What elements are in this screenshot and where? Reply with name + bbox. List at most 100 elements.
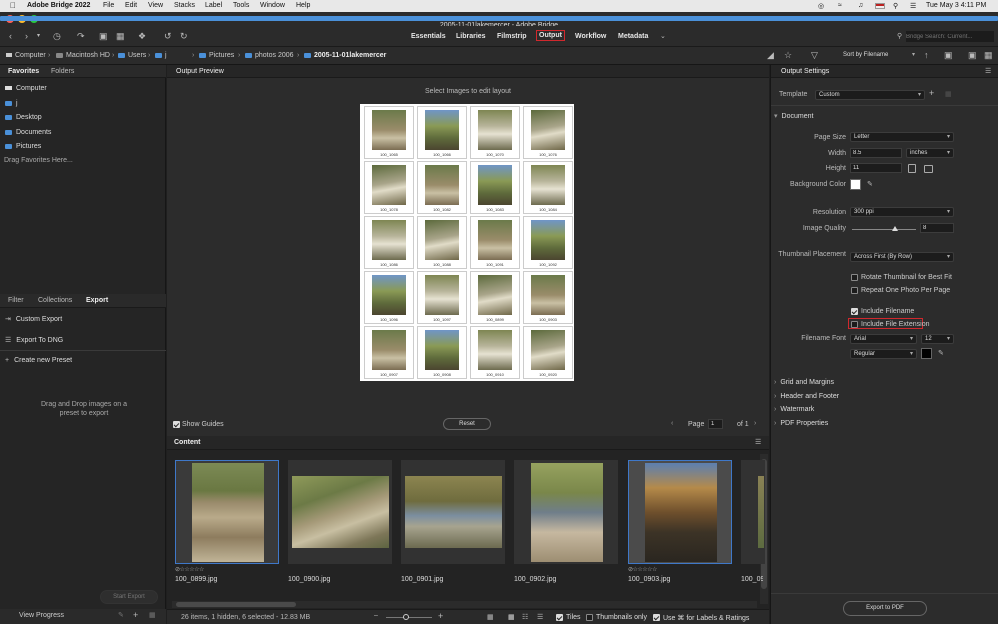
- contact-sheet-cell[interactable]: 100_1070: [470, 106, 520, 159]
- filter-icon[interactable]: ▽: [811, 51, 818, 60]
- contact-sheet-cell[interactable]: 100_1096: [364, 271, 414, 324]
- contact-sheet-cell[interactable]: 100_0908: [417, 326, 467, 379]
- rotate-right-icon[interactable]: ↻: [180, 32, 188, 41]
- favorite-documents[interactable]: Documents: [5, 129, 51, 136]
- previous-page-icon[interactable]: ‹: [671, 420, 673, 427]
- show-guides-checkbox[interactable]: [173, 421, 180, 428]
- template-dropdown[interactable]: Custom ▾: [815, 90, 925, 100]
- next-page-icon[interactable]: ›: [754, 420, 756, 427]
- use-cmd-checkbox[interactable]: [653, 614, 660, 621]
- breadcrumb-computer[interactable]: Computer: [6, 52, 46, 59]
- workspace-filmstrip[interactable]: Filmstrip: [497, 33, 527, 40]
- include-file-extension-checkbox[interactable]: [851, 321, 858, 328]
- thumbnails-only-checkbox[interactable]: [586, 614, 593, 621]
- quality-icon[interactable]: ◢: [767, 51, 774, 60]
- tab-export[interactable]: Export: [86, 297, 108, 304]
- contact-sheet-cell[interactable]: 100_0910: [470, 326, 520, 379]
- flag-icon[interactable]: [875, 3, 885, 9]
- export-item-dng[interactable]: ☰ Export To DNG: [5, 336, 63, 344]
- filename-font-dropdown[interactable]: Arial ▾: [850, 334, 917, 344]
- pdf-properties-section-toggle[interactable]: › PDF Properties: [774, 420, 828, 427]
- font-style-dropdown[interactable]: Regular ▾: [850, 349, 917, 359]
- workspace-output[interactable]: Output: [536, 30, 565, 41]
- contact-sheet-cell[interactable]: 100_0899: [470, 271, 520, 324]
- tab-content[interactable]: Content: [174, 439, 200, 446]
- thumbnail-placement-dropdown[interactable]: Across First (By Row) ▾: [850, 252, 954, 262]
- breadcrumb-macintosh-hd[interactable]: Macintosh HD: [56, 52, 110, 59]
- document-section-toggle[interactable]: ▾ Document: [774, 112, 813, 120]
- watermark-section-toggle[interactable]: › Watermark: [774, 406, 814, 413]
- image-quality-slider[interactable]: [852, 229, 916, 230]
- play-icon[interactable]: ◎: [818, 2, 824, 10]
- tiles-checkbox[interactable]: [556, 614, 563, 621]
- export-to-pdf-button[interactable]: Export to PDF: [843, 601, 927, 616]
- tab-folders[interactable]: Folders: [51, 68, 74, 75]
- open-recent-icon[interactable]: ▣: [944, 51, 953, 60]
- repeat-photo-checkbox[interactable]: [851, 287, 858, 294]
- contact-sheet-cell[interactable]: 100_1066: [417, 106, 467, 159]
- plus-icon[interactable]: +: [133, 610, 138, 620]
- grid-and-margins-section-toggle[interactable]: › Grid and Margins: [774, 379, 834, 386]
- menu-stacks[interactable]: Stacks: [174, 2, 195, 9]
- contact-sheet-cell[interactable]: 100_1083: [470, 161, 520, 214]
- workspace-metadata[interactable]: Metadata: [618, 33, 648, 40]
- menu-edit[interactable]: Edit: [125, 2, 137, 9]
- menu-label[interactable]: Label: [205, 2, 222, 9]
- width-input[interactable]: [850, 148, 902, 158]
- workspace-workflow[interactable]: Workflow: [575, 33, 606, 40]
- bridge-search-input[interactable]: [906, 31, 994, 42]
- breadcrumb-j[interactable]: j: [155, 52, 167, 59]
- tab-collections[interactable]: Collections: [38, 297, 72, 304]
- thumbnail-100_0899[interactable]: [175, 460, 279, 564]
- thumbnail-100_0901[interactable]: [401, 460, 505, 564]
- menu-tools[interactable]: Tools: [233, 2, 249, 9]
- list-view-icon[interactable]: ☰: [537, 613, 543, 621]
- contact-sheet-cell[interactable]: 100_0903: [523, 271, 573, 324]
- breadcrumb-pictures[interactable]: Pictures: [199, 52, 234, 59]
- thumbnail-100_0902[interactable]: [514, 460, 618, 564]
- contact-sheet-cell[interactable]: 100_1097: [417, 271, 467, 324]
- resolution-dropdown[interactable]: 300 ppi ▾: [850, 207, 954, 217]
- contact-sheet-cell[interactable]: 100_1088: [417, 216, 467, 269]
- zoom-in-icon[interactable]: +: [438, 611, 443, 621]
- tab-output-settings[interactable]: Output Settings: [781, 68, 829, 75]
- slider-handle[interactable]: [891, 226, 898, 231]
- contact-sheet-cell[interactable]: 100_1084: [523, 161, 573, 214]
- details-view-icon[interactable]: ☷: [522, 613, 528, 621]
- tab-favorites[interactable]: Favorites: [8, 68, 39, 75]
- start-export-button[interactable]: Start Export: [100, 590, 158, 604]
- include-filename-checkbox[interactable]: [851, 308, 858, 315]
- favorite-computer[interactable]: Computer: [5, 85, 47, 92]
- zoom-out-icon[interactable]: –: [374, 612, 378, 619]
- breadcrumb-photos-2006[interactable]: photos 2006: [245, 52, 294, 59]
- page-size-dropdown[interactable]: Letter ▾: [850, 132, 954, 142]
- sort-ascending-icon[interactable]: ↑: [924, 51, 929, 60]
- thumbnail-size-slider[interactable]: [386, 617, 432, 618]
- image-quality-input[interactable]: [920, 223, 954, 233]
- contact-sheet-cell[interactable]: 100_1082: [417, 161, 467, 214]
- sort-dropdown[interactable]: Sort by Filename ▾: [840, 51, 918, 61]
- boomerang-icon[interactable]: ↷: [77, 32, 85, 41]
- add-template-icon[interactable]: +: [929, 88, 934, 98]
- thumbnail-partial[interactable]: [741, 460, 765, 564]
- contact-sheet-cell[interactable]: 100_1078: [364, 161, 414, 214]
- contact-sheet-cell[interactable]: 100_1092: [523, 216, 573, 269]
- tab-output-preview[interactable]: Output Preview: [176, 68, 224, 75]
- page-number-input[interactable]: [708, 419, 723, 429]
- thumbnail-view-icon[interactable]: ▦: [508, 613, 515, 621]
- rating-filter-icon[interactable]: ☆: [784, 51, 792, 60]
- contact-sheet-cell[interactable]: 100_1065: [364, 106, 414, 159]
- height-input[interactable]: [850, 163, 902, 173]
- spotlight-icon[interactable]: ⚲: [893, 2, 898, 10]
- contact-sheet-cell[interactable]: 100_1086: [364, 216, 414, 269]
- delete-template-icon[interactable]: ▦: [945, 90, 952, 98]
- scrollbar-thumb[interactable]: [176, 602, 296, 607]
- contact-sheet-cell[interactable]: 100_0907: [364, 326, 414, 379]
- menu-view[interactable]: View: [148, 2, 163, 9]
- favorite-pictures[interactable]: Pictures: [5, 143, 41, 150]
- rotate-left-icon[interactable]: ↺: [164, 32, 172, 41]
- wifi-icon[interactable]: ≈: [838, 2, 842, 9]
- contact-sheet-cell[interactable]: 100_1076: [523, 106, 573, 159]
- rating-stars[interactable]: ⊘☆☆☆☆☆: [628, 566, 657, 573]
- export-item-custom[interactable]: ⇥ Custom Export: [5, 315, 62, 323]
